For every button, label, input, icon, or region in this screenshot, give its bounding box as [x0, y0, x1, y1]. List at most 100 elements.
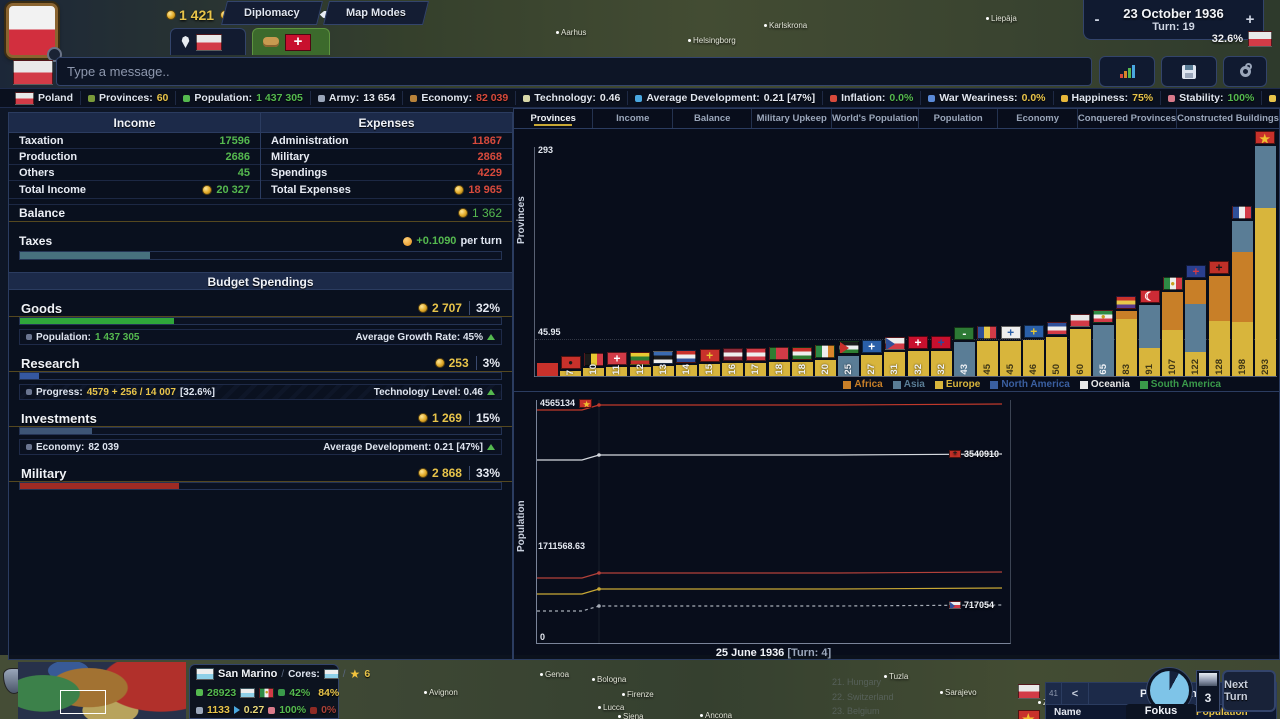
bar-value-label: 16	[727, 364, 739, 375]
bar-denmark[interactable]: +32	[907, 146, 929, 376]
bar-latvia[interactable]: 16	[722, 146, 744, 376]
budget-row-label: Spendings	[271, 166, 328, 179]
bar-ireland[interactable]: 20	[814, 146, 836, 376]
line-chart-plot[interactable]	[536, 400, 1011, 644]
stats-country[interactable]: Poland	[8, 91, 80, 105]
soviet-mini-flag: ★	[579, 398, 593, 408]
map-modes-button[interactable]: Map Modes	[323, 1, 429, 25]
army-icon	[317, 94, 325, 102]
flag-emblem: +	[914, 336, 922, 349]
category-slider[interactable]	[19, 372, 502, 380]
rank-value: 6	[364, 668, 371, 680]
chart-tab-constructed-buildings[interactable]: Constructed Buildings	[1176, 109, 1279, 128]
finland-flag: +	[1000, 326, 1021, 339]
save-button[interactable]	[1161, 56, 1217, 87]
bar-united-kingdom[interactable]: +122	[1185, 146, 1207, 376]
iran-flag: •	[1093, 310, 1114, 323]
switzerland-flag: +	[606, 352, 627, 365]
chart-tab-military-upkeep[interactable]: Military Upkeep	[751, 109, 830, 128]
bar-estonia[interactable]: 13	[652, 146, 674, 376]
category-slider[interactable]	[19, 317, 502, 325]
bar-iran[interactable]: • 65	[1092, 146, 1114, 376]
autosave-counter: 3	[1196, 670, 1220, 712]
table-prev-button[interactable]: <	[1060, 683, 1089, 704]
category-slider[interactable]	[19, 482, 502, 490]
message-input[interactable]	[57, 58, 1091, 85]
budget-row: Spendings 4229	[261, 165, 512, 181]
bar-lithuania[interactable]: 12	[629, 146, 651, 376]
bar-segment-africa	[1115, 311, 1137, 319]
taxes-slider[interactable]	[19, 251, 502, 260]
bar-segment-asia	[1254, 146, 1276, 209]
research-progress: 32.6%	[1212, 31, 1272, 47]
stat-value: 0.0%	[1021, 92, 1046, 104]
selected-province-panel[interactable]: San Marino / Cores: / ★ 6 28923 • 42% 84…	[189, 664, 370, 719]
bar-value-label: 60	[1074, 364, 1086, 375]
bar-belgium[interactable]: 10	[583, 146, 605, 376]
bar-jordan[interactable]: 25	[838, 146, 860, 376]
bar-romania[interactable]: 45	[976, 146, 998, 376]
table-page-indicator: 41	[1049, 689, 1058, 698]
bar-chart-y-label: Provinces	[516, 196, 527, 244]
bar-france[interactable]: 198	[1231, 146, 1253, 376]
category-slider[interactable]	[19, 427, 502, 435]
stat-value: 75%	[1132, 92, 1154, 104]
next-turn-button[interactable]: Next Turn	[1222, 670, 1276, 712]
bar-sweden[interactable]: +46	[1023, 146, 1045, 376]
category-name: Investments	[21, 410, 97, 426]
sweden-flag: +	[1023, 325, 1044, 338]
chart-tab-conquered-provinces[interactable]: Conquered Provinces	[1076, 109, 1176, 128]
balance-row: Balance 1 362	[9, 204, 512, 222]
bar-hungary[interactable]: 18	[791, 146, 813, 376]
ireland-flag	[815, 345, 836, 358]
bar-norway[interactable]: +32	[930, 146, 952, 376]
bar-value-label: 107	[1167, 359, 1179, 375]
stat-army: Army: 13 654	[309, 91, 402, 105]
tab-country-poland[interactable]	[170, 28, 246, 55]
diplomacy-button[interactable]: Diplomacy	[221, 1, 323, 25]
settings-button[interactable]	[1223, 56, 1267, 87]
bar-turkey[interactable]: ☾ 91	[1139, 146, 1161, 376]
chart-tab-income[interactable]: Income	[592, 109, 671, 128]
development-icon	[233, 706, 240, 714]
budget-row-label: Administration	[271, 134, 349, 147]
minimap[interactable]	[18, 662, 186, 719]
turkey-flag: ☾	[1139, 290, 1160, 303]
bar-italy[interactable]: • 107	[1162, 146, 1184, 376]
bar-czechoslovakia[interactable]: 31	[884, 146, 906, 376]
bar-saudi-arabia[interactable]: - 43	[953, 146, 975, 376]
coin-icon	[454, 184, 465, 195]
bar-switzerland[interactable]: +11	[606, 146, 628, 376]
series-flag-soviet[interactable]: ★	[1018, 710, 1040, 719]
chart-tab-balance[interactable]: Balance	[671, 109, 751, 128]
bar-portugal[interactable]: 18	[768, 146, 790, 376]
flag-emblem: ★	[1259, 132, 1271, 144]
statistics-button[interactable]	[1099, 56, 1155, 87]
bar--selected-[interactable]	[537, 146, 558, 376]
bar-albania[interactable]: • 7	[560, 146, 582, 376]
tab-diplomacy-denmark[interactable]: +	[252, 28, 330, 55]
bar-austria[interactable]: 17	[745, 146, 767, 376]
population-line-chart: Population 4565134 ★ 1711568.63 0 25 Jun…	[514, 392, 1280, 719]
bar-netherlands[interactable]: 14	[675, 146, 697, 376]
series-flag-poland[interactable]	[1018, 684, 1040, 699]
stat-label: Provinces:	[99, 92, 153, 104]
bar-spain[interactable]: 83	[1115, 146, 1137, 376]
bar-soviet-union[interactable]: ★ 293	[1254, 131, 1276, 376]
player-country-flag-button[interactable]	[6, 3, 62, 62]
bar-greece[interactable]: +27	[861, 146, 883, 376]
bar-value-label: 20	[819, 364, 831, 375]
chart-tab-population[interactable]: Population	[917, 109, 997, 128]
bar-danzig[interactable]: +15	[699, 146, 721, 376]
bar-yugoslavia[interactable]: 50	[1046, 146, 1068, 376]
bar-poland[interactable]: 60	[1069, 146, 1091, 376]
bar-germany[interactable]: +128	[1208, 146, 1230, 376]
chart-tab-world-s-population[interactable]: World's Population	[830, 109, 918, 128]
game-speed-minus-button[interactable]: -	[1084, 11, 1110, 28]
stat-value: 0.0%	[889, 92, 914, 104]
bar-finland[interactable]: +45	[1000, 146, 1022, 376]
category-percent: 33%	[468, 466, 500, 480]
chart-tab-provinces[interactable]: Provinces	[514, 109, 592, 128]
game-speed-plus-button[interactable]: +	[1237, 11, 1263, 28]
chart-tab-economy[interactable]: Economy	[997, 109, 1076, 128]
